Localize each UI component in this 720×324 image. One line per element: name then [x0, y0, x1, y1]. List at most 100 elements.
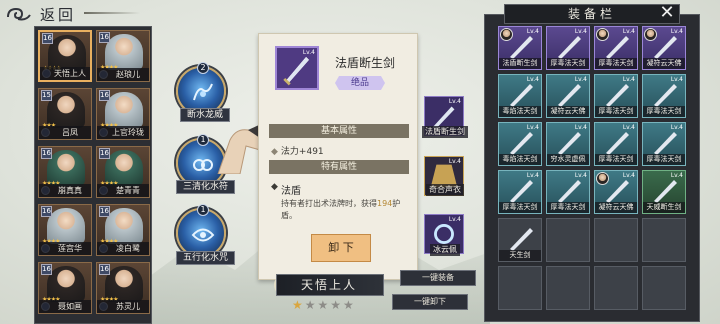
empty-equipment-slot[interactable]: [546, 218, 590, 262]
character-name: 聂如画: [39, 300, 91, 313]
character-card[interactable]: 16 ★★★★ 聂如画: [38, 262, 92, 314]
character-card[interactable]: 15 ★★★ 吕凤: [38, 88, 92, 140]
back-button[interactable]: 返回: [6, 2, 136, 26]
character-level: 15: [41, 90, 52, 101]
equipment-label: 凝符云天佛: [547, 106, 589, 117]
character-card[interactable]: 16 ★★★★ 楚青青: [96, 146, 150, 198]
character-level: 16: [99, 90, 110, 101]
equipment-slot[interactable]: Lv.4 凝符云天佛: [546, 74, 590, 118]
equip-all-button[interactable]: 一键装备: [400, 270, 476, 286]
weapon-icon: [510, 180, 533, 203]
equipment-level: Lv.4: [670, 124, 683, 131]
equipment-slot[interactable]: Lv.4 厚毒法天剑: [546, 170, 590, 214]
character-level: 16: [99, 264, 110, 275]
equipment-slot[interactable]: Lv.4 毒焰法天剑: [498, 74, 542, 118]
equipment-slot[interactable]: Lv.4 厚毒法天剑: [594, 26, 638, 70]
unequip-all-button[interactable]: 一键卸下: [392, 294, 468, 310]
equipment-label: 厚毒法天剑: [547, 202, 589, 213]
equipment-slot[interactable]: 天生剑: [498, 218, 542, 262]
equipment-level: Lv.4: [574, 28, 587, 35]
basic-attribute-value: 法力+491: [280, 147, 324, 157]
character-level: 16: [41, 264, 52, 275]
character-card[interactable]: 16 ★★★★ 苏灵儿: [96, 262, 150, 314]
equipment-level: Lv.4: [526, 76, 539, 83]
character-card[interactable]: 16 ★★★★ 莲宫华: [38, 204, 92, 256]
equipment-slot[interactable]: Lv.4 天威断生剑: [642, 170, 686, 214]
equipment-level: Lv.4: [622, 172, 635, 179]
special-skill-description: 持有者打出术法牌时，获得194护盾。: [281, 198, 411, 222]
equipment-slot[interactable]: Lv.4 厚毒法天剑: [642, 122, 686, 166]
weapon-icon: [654, 132, 677, 155]
weapon-icon: [558, 180, 581, 203]
equipped-weapon-label: 法盾断生剑: [422, 126, 468, 138]
equipment-slot[interactable]: Lv.4 毒焰法天剑: [498, 122, 542, 166]
equipment-slot[interactable]: Lv.4 凝符云天佛: [594, 170, 638, 214]
close-button[interactable]: ✕: [652, 2, 682, 26]
equipped-item-level: Lv.4: [448, 98, 461, 105]
close-icon: ✕: [659, 2, 675, 23]
weapon-icon: [654, 180, 677, 203]
equipment-label: 厚毒法天剑: [595, 106, 637, 117]
character-card[interactable]: 16 ★★★★ 上官玲珑: [96, 88, 150, 140]
equipment-level: Lv.4: [622, 28, 635, 35]
equipment-level: Lv.4: [622, 76, 635, 83]
equipment-label: 天生剑: [499, 250, 541, 261]
equipment-label: 厚毒法天剑: [643, 106, 685, 117]
empty-equipment-slot[interactable]: [498, 266, 542, 310]
character-card[interactable]: 16 ★★★★ 崩真真: [38, 146, 92, 198]
character-level: 16: [42, 33, 53, 44]
equipment-level: Lv.4: [574, 76, 587, 83]
weapon-icon: [510, 132, 533, 155]
bullet-icon: ◆: [271, 147, 278, 157]
empty-equipment-slot[interactable]: [642, 266, 686, 310]
equipment-slot[interactable]: Lv.4 厚毒法天剑: [498, 170, 542, 214]
owner-avatar: [644, 28, 657, 41]
empty-equipment-slot[interactable]: [594, 266, 638, 310]
hero-stars: ★★★★★: [292, 298, 356, 312]
empty-equipment-slot[interactable]: [546, 266, 590, 310]
character-card[interactable]: 16 ★★★★ 凌白鹭: [96, 204, 150, 256]
equipment-level: Lv.4: [670, 28, 683, 35]
cloud-swirl-icon: [7, 7, 31, 21]
unequip-button[interactable]: 卸 下: [311, 234, 371, 262]
equipped-accessory-label: 冰云佩: [430, 244, 460, 256]
equipment-slot[interactable]: Lv.4 法盾断生剑: [498, 26, 542, 70]
tooltip-item-name: 法盾断生剑: [335, 56, 396, 70]
back-divider: [84, 12, 140, 14]
basic-attribute-row: ◆ 法力+491: [271, 144, 324, 157]
character-level: 16: [99, 32, 110, 43]
equipment-slot[interactable]: Lv.4 厚毒法天剑: [594, 122, 638, 166]
skill-level-badge: 1: [197, 204, 209, 216]
equipment-label: 厚毒法天剑: [595, 154, 637, 165]
hero-name: 天悟上人: [276, 274, 384, 296]
skill-label-3: 五行化水咒: [176, 251, 236, 265]
equipment-slot[interactable]: Lv.4 厚毒法天剑: [642, 74, 686, 118]
equipment-slot[interactable]: Lv.4 厚毒法天剑: [594, 74, 638, 118]
equipment-level: Lv.4: [526, 172, 539, 179]
equipment-slot[interactable]: Lv.4 穷水灵虚佩: [546, 122, 590, 166]
skill-level-badge: 1: [197, 134, 209, 146]
special-skill-name: 法盾: [281, 186, 301, 197]
equipment-label: 毒焰法天剑: [499, 154, 541, 165]
character-card[interactable]: 16 ★★★★ 赵琅儿: [96, 30, 150, 82]
weapon-icon: [510, 84, 533, 107]
character-level: 16: [99, 206, 110, 217]
hero-star-empty: ★★★★: [304, 298, 356, 312]
equipment-slot[interactable]: Lv.4 凝符云天佛: [642, 26, 686, 70]
item-tooltip: Lv.4 法盾断生剑 绝品 基本属性 ◆ 法力+491 特有属性 ◆ 法盾 持有者…: [258, 33, 418, 280]
desc-prefix: 持有者打出术法牌时，获得: [281, 199, 377, 208]
weapon-icon: [510, 228, 533, 251]
equipment-level: Lv.4: [574, 172, 587, 179]
equipment-slot[interactable]: Lv.4 厚毒法天剑: [546, 26, 590, 70]
character-card[interactable]: 16 ★★★★ 天悟上人: [38, 30, 92, 82]
character-level: 16: [41, 206, 52, 217]
equipment-level: Lv.4: [526, 28, 539, 35]
character-name: 天悟上人: [40, 67, 90, 80]
character-name: 楚青青: [97, 184, 149, 197]
equipment-label: 法盾断生剑: [499, 58, 541, 69]
empty-equipment-slot[interactable]: [594, 218, 638, 262]
weapon-icon: [654, 84, 677, 107]
empty-equipment-slot[interactable]: [642, 218, 686, 262]
bullet-icon: ◆: [271, 182, 278, 192]
tooltip-item-level: Lv.4: [302, 49, 315, 56]
